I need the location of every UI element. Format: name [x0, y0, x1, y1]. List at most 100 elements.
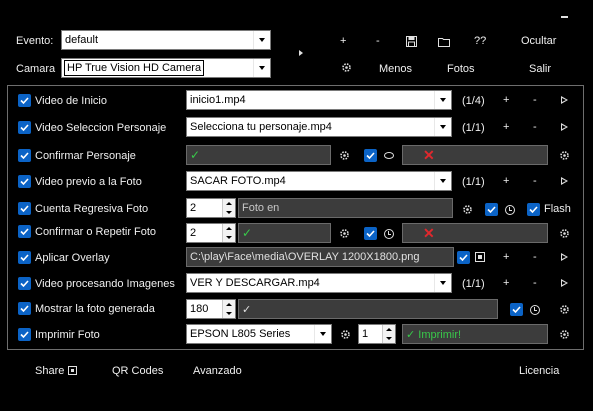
chevron-down-icon[interactable] [253, 59, 270, 77]
spin-buttons[interactable] [222, 199, 235, 217]
row-label: Mostrar la foto generada [35, 303, 155, 315]
share-icon[interactable] [68, 366, 77, 375]
countdown-stepper[interactable]: 2 [186, 198, 236, 218]
row-label: Confirmar Personaje [35, 150, 136, 162]
timer-checkbox[interactable] [485, 203, 498, 216]
spin-buttons[interactable] [382, 325, 395, 343]
folder-icon[interactable] [438, 37, 450, 47]
video-inicio-checkbox[interactable] [18, 94, 31, 107]
overlay-preview-icon[interactable] [475, 252, 485, 262]
printer-select[interactable]: EPSON L805 Series [186, 324, 332, 344]
add-video-button[interactable]: + [503, 121, 509, 133]
video-count: (1/1) [462, 278, 485, 290]
overlay-option-checkbox[interactable] [457, 251, 470, 264]
gear-icon[interactable] [462, 204, 473, 215]
fotos-button[interactable]: Fotos [447, 63, 475, 75]
avanzado-button[interactable]: Avanzado [193, 365, 242, 377]
print-text-field[interactable]: ✓ Imprimir! [402, 324, 548, 344]
play-icon[interactable] [561, 96, 568, 104]
chevron-down-icon[interactable] [314, 325, 331, 343]
stepper-value: 2 [190, 202, 197, 214]
stepper-value: 180 [190, 303, 209, 315]
cuenta-regresiva-checkbox[interactable] [18, 202, 31, 215]
imprimir-foto-checkbox[interactable] [18, 328, 31, 341]
gear-icon[interactable] [559, 329, 570, 340]
video-seleccion-select[interactable]: Selecciona tu personaje.mp4 [186, 117, 452, 137]
gear-icon[interactable] [559, 228, 570, 239]
remove-video-button[interactable]: - [533, 121, 537, 133]
field-value: ✓ [242, 304, 252, 316]
qr-codes-button[interactable]: QR Codes [112, 365, 163, 377]
repeat-ok-text-field[interactable]: ✓ [238, 223, 331, 243]
flash-checkbox[interactable] [527, 203, 540, 216]
salir-button[interactable]: Salir [529, 63, 551, 75]
video-procesando-checkbox[interactable] [18, 277, 31, 290]
video-inicio-select[interactable]: inicio1.mp4 [186, 90, 452, 110]
play-icon[interactable] [561, 177, 568, 185]
video-procesando-select[interactable]: VER Y DESCARGAR.mp4 [186, 273, 452, 293]
ocultar-button[interactable]: Ocultar [521, 35, 556, 47]
confirmar-repetir-checkbox[interactable] [18, 225, 31, 238]
display-timer-checkbox[interactable] [510, 303, 523, 316]
gear-icon[interactable] [559, 150, 570, 161]
app-window: Evento: default Camara HP True Vision HD… [0, 0, 593, 411]
repeat-cancel-text-field[interactable]: ✕ [402, 223, 548, 243]
confirm-ok-text-field[interactable]: ✓ [186, 145, 331, 165]
add-video-button[interactable]: + [503, 277, 509, 289]
chevron-down-icon[interactable] [434, 274, 451, 292]
save-icon[interactable] [406, 36, 417, 47]
display-seconds-stepper[interactable]: 180 [186, 299, 236, 319]
overlay-path-field[interactable]: C:\play\Face\media\OVERLAY 1200X1800.png [186, 247, 454, 267]
add-video-button[interactable]: + [503, 94, 509, 106]
camera-settings-gear-icon[interactable] [341, 62, 352, 73]
remove-video-button[interactable]: - [533, 277, 537, 289]
chevron-down-icon[interactable] [434, 91, 451, 109]
camara-select[interactable]: HP True Vision HD Camera [61, 58, 271, 78]
evento-select[interactable]: default [61, 30, 271, 50]
remove-video-button[interactable]: - [533, 175, 537, 187]
gear-icon[interactable] [339, 150, 350, 161]
help-button[interactable]: ?? [474, 35, 486, 47]
gear-icon[interactable] [559, 304, 570, 315]
licencia-button[interactable]: Licencia [519, 365, 559, 377]
share-button[interactable]: Share [35, 365, 64, 377]
copies-stepper[interactable]: 1 [358, 324, 396, 344]
confirm-cancel-text-field[interactable]: ✕ [402, 145, 548, 165]
spin-buttons[interactable] [222, 300, 235, 318]
expand-arrow-icon[interactable] [299, 50, 303, 56]
confirmar-personaje-checkbox[interactable] [18, 149, 31, 162]
play-icon[interactable] [561, 279, 568, 287]
minimize-icon[interactable] [561, 16, 568, 18]
chevron-down-icon[interactable] [434, 172, 451, 190]
repeat-timer-checkbox[interactable] [364, 227, 377, 240]
gear-icon[interactable] [340, 329, 351, 340]
video-seleccion-checkbox[interactable] [18, 121, 31, 134]
play-icon[interactable] [561, 123, 568, 131]
countdown-text-field[interactable]: Foto en [238, 198, 453, 218]
x-icon: ✕ [423, 225, 435, 241]
remove-video-button[interactable]: - [533, 94, 537, 106]
add-video-button[interactable]: + [503, 175, 509, 187]
add-event-button[interactable]: + [340, 35, 346, 47]
video-count: (1/4) [462, 95, 485, 107]
spin-buttons[interactable] [222, 224, 235, 242]
remove-overlay-button[interactable]: - [533, 251, 537, 263]
aplicar-overlay-checkbox[interactable] [18, 251, 31, 264]
menos-button[interactable]: Menos [379, 63, 412, 75]
gear-icon[interactable] [339, 228, 350, 239]
add-overlay-button[interactable]: + [503, 251, 509, 263]
ok-check-icon: ✓ [242, 226, 253, 240]
ok-check-icon: ✓ [190, 148, 201, 162]
chevron-down-icon[interactable] [434, 118, 451, 136]
select-value: SACAR FOTO.mp4 [190, 175, 286, 187]
mostrar-foto-checkbox[interactable] [18, 302, 31, 315]
play-icon[interactable] [561, 253, 568, 261]
remove-event-button[interactable]: - [376, 35, 380, 47]
chevron-down-icon[interactable] [253, 31, 270, 49]
repeat-stepper[interactable]: 2 [186, 223, 236, 243]
display-text-field[interactable]: ✓ [238, 299, 498, 319]
video-previo-select[interactable]: SACAR FOTO.mp4 [186, 171, 452, 191]
video-previo-checkbox[interactable] [18, 175, 31, 188]
row-label: Confirmar o Repetir Foto [35, 226, 157, 238]
bubble-checkbox[interactable] [364, 149, 377, 162]
